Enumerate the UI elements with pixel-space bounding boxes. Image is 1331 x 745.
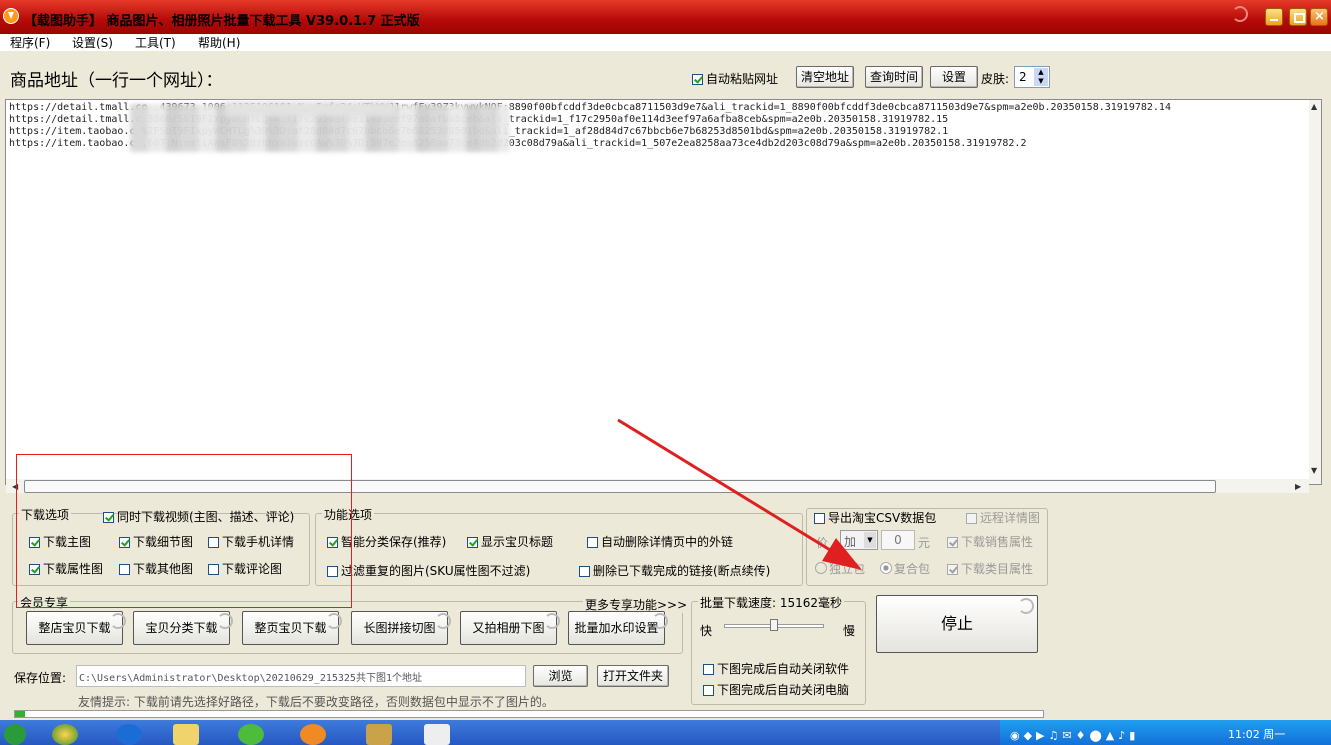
speed-slow-label: 慢 (843, 624, 856, 638)
close-button[interactable]: × (1310, 8, 1328, 26)
checkbox-label: 下图完成后自动关闭软件 (717, 662, 850, 676)
minimize-button[interactable] (1265, 8, 1283, 26)
annotation-highlight-box (16, 454, 352, 608)
tip-text: 友情提示: 下载前请先选择好路径，下载后不要改变路径，否则数据包中显示不了图片的… (78, 695, 554, 709)
start-icon[interactable] (4, 724, 26, 745)
checkbox-label: 自动粘贴网址 (706, 72, 779, 86)
download-tool-icon[interactable] (300, 724, 326, 745)
scroll-right-icon[interactable]: ▶ (1295, 482, 1301, 491)
settings-button[interactable]: 设置 (930, 66, 978, 88)
open-folder-button[interactable]: 打开文件夹 (597, 665, 669, 687)
whole-shop-download-button[interactable]: 整店宝贝下载 (26, 611, 123, 645)
scroll-down-icon[interactable]: ▼ (1311, 466, 1317, 475)
decor-swirl-icon (1232, 6, 1248, 22)
spin-up-icon[interactable]: ▲ (1034, 68, 1048, 77)
arrow-shaft (617, 418, 836, 555)
checkbox-box (703, 685, 714, 696)
avatar[interactable] (424, 724, 450, 745)
minimize-icon (1270, 19, 1278, 21)
checkbox-label: 下图完成后自动关闭电脑 (717, 683, 850, 697)
decor-swirl-icon (1018, 598, 1034, 614)
checkbox-box (703, 664, 714, 675)
speed-fast-label: 快 (700, 624, 713, 638)
decor-swirl-icon (652, 613, 668, 629)
show-title-checkbox[interactable]: 显示宝贝标题 (467, 533, 553, 550)
scroll-up-icon[interactable]: ▲ (1311, 102, 1317, 111)
decor-swirl-icon (544, 613, 560, 629)
checkbox-label: 智能分类保存(推荐) (341, 535, 447, 549)
long-image-stitch-button[interactable]: 长图拼接切图 (351, 611, 448, 645)
taskbar-clock: 11:02 周一 (1228, 728, 1286, 741)
game-icon[interactable] (366, 724, 392, 745)
tray-icons[interactable]: ◉◆▶♫✉♦⬤▲♪▮ (1010, 729, 1139, 742)
radio-label: 复合包 (894, 562, 931, 576)
checkbox-box (587, 537, 598, 548)
app-launcher-icon[interactable] (52, 724, 78, 745)
maximize-icon (1294, 13, 1305, 23)
annotation-arrow (617, 418, 862, 570)
checkbox-box (947, 537, 958, 548)
checkbox-box (692, 74, 703, 85)
checkbox-box (579, 566, 590, 577)
batch-watermark-button[interactable]: 批量加水印设置 (568, 611, 665, 645)
save-location-label: 保存位置: (14, 671, 67, 685)
checkbox-box (966, 513, 977, 524)
window-title: 【载图助手】 商品图片、相册照片批量下载工具 V39.0.1.7 正式版 (24, 14, 420, 29)
auto-paste-checkbox[interactable]: 自动粘贴网址 (692, 70, 778, 87)
sales-attr-checkbox[interactable]: 下载销售属性 (947, 533, 1033, 550)
arrow-head-icon (822, 538, 862, 570)
decor-swirl-icon (435, 613, 451, 629)
query-time-button[interactable]: 查询时间 (865, 66, 923, 88)
decor-swirl-icon (110, 613, 126, 629)
remote-detail-checkbox[interactable]: 远程详情图 (966, 509, 1040, 526)
combo-package-radio[interactable]: 复合包 (880, 560, 930, 577)
save-path-input[interactable]: C:\Users\Administrator\Desktop\20210629_… (76, 665, 526, 687)
upai-album-button[interactable]: 又拍相册下图 (460, 611, 557, 645)
menu-settings[interactable]: 设置(S) (72, 34, 113, 51)
redaction-blur (225, 102, 395, 116)
ie-browser-icon[interactable] (116, 724, 142, 745)
speed-title: 批量下载速度: 15162毫秒 (698, 594, 845, 611)
decor-swirl-icon (217, 613, 233, 629)
skin-spinner[interactable]: 2 ▲ ▼ (1014, 66, 1050, 88)
skin-label: 皮肤: (981, 72, 1010, 86)
page-title: 商品地址（一行一个网址）： (10, 71, 223, 91)
filter-duplicate-checkbox[interactable]: 过滤重复的图片(SKU属性图不过滤) (327, 562, 530, 579)
category-attr-checkbox[interactable]: 下载类目属性 (947, 560, 1033, 577)
checkbox-label: 下载销售属性 (961, 535, 1034, 549)
auto-shutdown-checkbox[interactable]: 下图完成后自动关闭电脑 (703, 681, 849, 698)
speed-slider-thumb[interactable] (770, 619, 778, 631)
maximize-button[interactable] (1289, 8, 1307, 26)
browser-360-icon[interactable] (238, 724, 264, 745)
app-download-icon (3, 8, 19, 24)
browse-button[interactable]: 浏览 (533, 665, 588, 687)
whole-page-download-button[interactable]: 整页宝贝下载 (242, 611, 339, 645)
checkbox-label: 远程详情图 (980, 511, 1041, 525)
decor-swirl-icon (326, 613, 342, 629)
skin-value: 2 (1019, 70, 1027, 84)
auto-close-app-checkbox[interactable]: 下图完成后自动关闭软件 (703, 660, 849, 677)
close-icon: × (1314, 9, 1325, 24)
stop-button[interactable]: 停止 (876, 595, 1038, 653)
folder-icon[interactable] (173, 724, 199, 745)
checkbox-label: 下载类目属性 (961, 562, 1034, 576)
menu-help[interactable]: 帮助(H) (198, 34, 240, 51)
checkbox-box (947, 564, 958, 575)
price-unit: 元 (918, 536, 931, 550)
clear-address-button[interactable]: 清空地址 (796, 66, 854, 88)
price-value-input[interactable]: 0 (881, 530, 915, 550)
spin-down-icon[interactable]: ▼ (1034, 77, 1048, 86)
checkbox-label: 过滤重复的图片(SKU属性图不过滤) (341, 564, 531, 578)
checkbox-label: 显示宝贝标题 (481, 535, 554, 549)
checkbox-box (467, 537, 478, 548)
category-download-button[interactable]: 宝贝分类下载 (133, 611, 230, 645)
radio-selected-icon (880, 562, 892, 574)
progress-fill (15, 711, 26, 717)
vertical-scrollbar[interactable]: ▲ ▼ (1309, 100, 1321, 484)
menu-program[interactable]: 程序(F) (10, 34, 50, 51)
menu-tools[interactable]: 工具(T) (135, 34, 176, 51)
download-progress-bar (14, 710, 1044, 718)
